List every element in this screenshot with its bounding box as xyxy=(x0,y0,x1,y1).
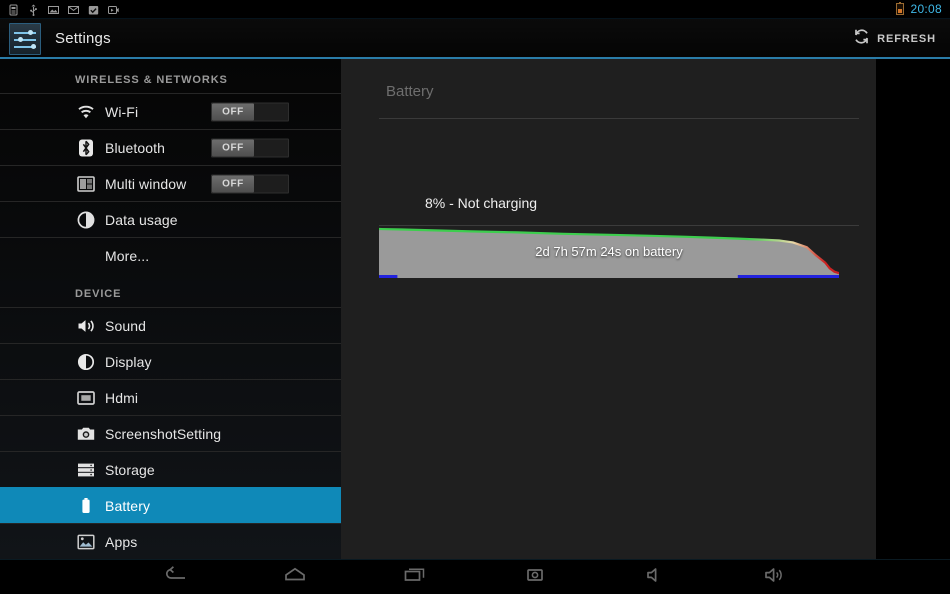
wifi-icon xyxy=(75,101,97,123)
sidebar-item-label: Storage xyxy=(105,461,155,478)
toggle-switch[interactable]: OFF xyxy=(211,138,289,157)
storage-icon xyxy=(75,459,97,481)
hdmi-icon xyxy=(75,387,97,409)
toggle-state-label: OFF xyxy=(222,106,244,117)
sidebar-item-label: Multi window xyxy=(105,175,187,192)
screenshot-icon xyxy=(522,565,548,590)
sidebar-item-data-usage[interactable]: Data usage xyxy=(0,201,341,237)
sidebar-item-label: Battery xyxy=(105,497,151,514)
display-icon xyxy=(75,351,97,373)
datausage-icon xyxy=(75,209,97,231)
toggle-switch[interactable]: OFF xyxy=(211,102,289,121)
sidebar-item-display[interactable]: Display xyxy=(0,343,341,379)
battery-icon xyxy=(75,495,97,517)
content-title: Battery xyxy=(386,83,434,100)
sidebar-item-wifi[interactable]: Wi-Fi OFF xyxy=(0,93,341,129)
sidebar-item-apps[interactable]: Apps xyxy=(0,523,341,559)
toggle-knob: OFF xyxy=(212,103,254,120)
sidebar-item-battery[interactable]: Battery xyxy=(0,487,341,523)
bluetooth-icon xyxy=(75,137,97,159)
status-notification-icons xyxy=(0,3,119,16)
charge-status-text: 8% - Not charging xyxy=(425,195,538,211)
sim-icon xyxy=(8,3,19,16)
toggle-state-label: OFF xyxy=(222,178,244,189)
status-clock: 20:08 xyxy=(910,2,942,16)
sidebar-item-sound[interactable]: Sound xyxy=(0,307,341,343)
video-icon xyxy=(108,3,119,15)
sidebar-item-bluetooth[interactable]: Bluetooth OFF xyxy=(0,129,341,165)
settings-sliders-icon xyxy=(9,22,41,55)
home-icon xyxy=(282,565,308,590)
nav-home-button[interactable] xyxy=(255,560,335,594)
battery-content-panel: Battery 8% - Not charging 2d 7h 57m 24s … xyxy=(341,59,876,559)
sidebar-item-multi-window[interactable]: Multi window OFF xyxy=(0,165,341,201)
nav-volume-down-button[interactable] xyxy=(615,560,695,594)
volume-up-icon xyxy=(762,565,788,590)
toggle-knob: OFF xyxy=(212,139,254,156)
sidebar-item-label: Wi-Fi xyxy=(105,103,139,120)
toggle-state-label: OFF xyxy=(222,142,244,153)
mail-icon xyxy=(68,3,79,15)
body-area: WIRELESS & NETWORKS Wi-Fi OFF Bluetooth OFF M… xyxy=(0,59,950,559)
nav-screenshot-button[interactable] xyxy=(495,560,575,594)
refresh-label: REFRESH xyxy=(877,32,936,45)
sidebar-item-label: Bluetooth xyxy=(105,139,166,156)
recents-icon xyxy=(402,565,428,590)
sidebar-item-label: Sound xyxy=(105,317,146,334)
usb-icon xyxy=(28,3,39,16)
content-divider xyxy=(379,118,859,119)
action-bar: Settings REFRESH xyxy=(0,19,950,58)
sidebar-item-label: Data usage xyxy=(105,211,178,228)
volume-down-icon xyxy=(642,565,668,590)
status-bar-right: 20:08 xyxy=(896,2,950,16)
sidebar-item-storage[interactable]: Storage xyxy=(0,451,341,487)
toggle-switch[interactable]: OFF xyxy=(211,174,289,193)
sidebar-item-screenshot-setting[interactable]: ScreenshotSetting xyxy=(0,415,341,451)
sidebar-item-more[interactable]: More... xyxy=(0,237,341,273)
image-icon xyxy=(48,3,59,15)
sidebar-item-label: ScreenshotSetting xyxy=(105,425,222,442)
sidebar-item-label: Hdmi xyxy=(105,389,139,406)
page-title: Settings xyxy=(55,30,111,47)
camera-icon xyxy=(75,423,97,445)
sidebar-section-header: WIRELESS & NETWORKS xyxy=(75,74,228,86)
system-navigation-bar[interactable] xyxy=(0,559,950,594)
nav-recents-button[interactable] xyxy=(375,560,455,594)
sidebar-item-label: Display xyxy=(105,353,152,370)
refresh-icon xyxy=(853,28,870,50)
sidebar-section-header: DEVICE xyxy=(75,288,122,300)
battery-chart-svg xyxy=(378,227,840,278)
battery-low-icon xyxy=(896,2,905,15)
settings-sidebar[interactable]: WIRELESS & NETWORKS Wi-Fi OFF Bluetooth OFF M… xyxy=(0,59,341,559)
sidebar-item-label: Apps xyxy=(105,533,138,550)
nav-back-button[interactable] xyxy=(135,560,215,594)
back-icon xyxy=(162,565,188,590)
refresh-button[interactable]: REFRESH xyxy=(849,23,940,55)
android-settings-screen: 20:08 Settings REFRESH WIRELESS & NETWOR… xyxy=(0,0,950,594)
status-bar: 20:08 xyxy=(0,0,950,19)
toggle-knob: OFF xyxy=(212,175,254,192)
nav-volume-up-button[interactable] xyxy=(735,560,815,594)
multiwindow-icon xyxy=(75,173,97,195)
checkbox-icon xyxy=(88,3,99,15)
sidebar-item-hdmi[interactable]: Hdmi xyxy=(0,379,341,415)
apps-icon xyxy=(75,531,97,553)
sound-icon xyxy=(75,315,97,337)
battery-history-chart[interactable] xyxy=(378,226,840,278)
sidebar-item-label: More... xyxy=(105,247,150,264)
